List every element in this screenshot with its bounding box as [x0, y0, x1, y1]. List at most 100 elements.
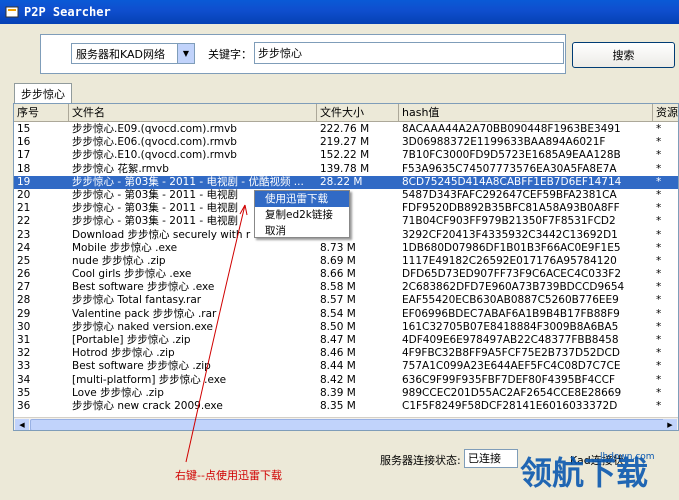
table-cell: 636C9F99F935FBF7DEF80F4395BF4CCF — [402, 373, 616, 386]
table-cell: * — [656, 281, 662, 294]
table-cell: Cool girls 步步惊心 .exe — [72, 268, 192, 281]
table-cell: * — [656, 320, 662, 333]
col-header-index[interactable]: 序号 — [14, 104, 69, 122]
table-cell: FDF9520DB892B35BFC81A58A93B0A8FF — [402, 202, 620, 215]
keyword-input[interactable]: 步步惊心 — [254, 42, 564, 64]
table-cell: 989CCEC201D55AC2AF2654CCE8E28669 — [402, 386, 622, 399]
table-cell: * — [656, 136, 662, 149]
table-cell: 8.46 M — [320, 347, 356, 360]
status-label: 服务器连接状态: — [380, 454, 461, 467]
table-row[interactable]: 32 Hotrod 步步惊心 .zip 8.46 M 4F9FBC32B8FF9A5F… — [14, 347, 678, 360]
table-row[interactable]: 15 步步惊心.E09.(qvocd.com).rmvb 222.76 M 8ACAA… — [14, 123, 678, 136]
table-cell: EAF55420ECB630AB0887C5260B776EE9 — [402, 294, 619, 307]
table-cell: * — [656, 386, 662, 399]
table-cell: 8.35 M — [320, 399, 356, 412]
table-row[interactable]: 18 步步惊心 花絮.rmvb 139.78 M F53A9635C745077735… — [14, 162, 678, 176]
context-menu: 使用迅雷下载 复制ed2k链接 取消 — [254, 190, 350, 238]
table-row[interactable]: 35 Love 步步惊心 .zip 8.39 M 989CCEC201D55AC2AF… — [14, 386, 678, 400]
search-button[interactable]: 搜索 — [572, 42, 675, 68]
table-cell: 步步惊心.E10.(qvocd.com).rmvb — [72, 149, 237, 162]
col-header-hash[interactable]: hash值 — [399, 104, 653, 122]
app-icon — [4, 4, 20, 20]
table-cell: * — [656, 294, 662, 307]
table-cell: 8.50 M — [320, 320, 356, 333]
table-cell: * — [656, 228, 662, 241]
table-cell: * — [656, 123, 662, 135]
table-cell: 23 — [17, 228, 31, 241]
table-cell: * — [656, 188, 662, 201]
table-cell: 34 — [17, 373, 31, 386]
table-row[interactable]: 30 步步惊心 naked version.exe 8.50 M 161C32705B… — [14, 320, 678, 334]
table-cell: 8.66 M — [320, 268, 356, 281]
table-cell: * — [656, 254, 662, 267]
table-cell: 28.22 M — [320, 175, 363, 188]
window-title: P2P Searcher — [24, 5, 111, 19]
table-cell: 30 — [17, 320, 31, 333]
table-row[interactable]: 36 步步惊心 new crack 2009.exe 8.35 M C1F5F8249… — [14, 399, 678, 413]
table-row[interactable]: 28 步步惊心 Total fantasy.rar 8.57 M EAF55420EC… — [14, 294, 678, 307]
scroll-right-icon[interactable]: ▶ — [663, 419, 677, 430]
table-cell: * — [656, 149, 662, 162]
col-header-filename[interactable]: 文件名 — [69, 104, 317, 122]
table-cell: 27 — [17, 281, 31, 294]
table-cell: 8.73 M — [320, 241, 356, 254]
table-row[interactable]: 33 Best software 步步惊心 .zip 8.44 M 757A1C099… — [14, 360, 678, 373]
table-row[interactable]: 31 [Portable] 步步惊心 .zip 8.47 M 4DF409E6E978… — [14, 334, 678, 347]
title-bar: P2P Searcher — [0, 0, 679, 24]
grid-rows: 15 步步惊心.E09.(qvocd.com).rmvb 222.76 M 8ACAA… — [14, 123, 678, 413]
table-cell: 7B10FC3000FD9D5723E1685A9EAA128B — [402, 149, 621, 162]
scroll-left-icon[interactable]: ◀ — [15, 419, 29, 430]
grid-header: 序号 文件名 文件大小 hash值 资源数 — [14, 104, 678, 122]
table-cell: * — [656, 175, 662, 188]
table-cell: Valentine pack 步步惊心 .rar — [72, 307, 217, 320]
table-row[interactable]: 26 Cool girls 步步惊心 .exe 8.66 M DFD65D73ED90… — [14, 268, 678, 281]
table-row[interactable]: 34 [multi-platform] 步步惊心 .exe 8.42 M 636C9F… — [14, 373, 678, 387]
table-cell: 36 — [17, 399, 31, 412]
table-cell: 33 — [17, 360, 31, 373]
table-row[interactable]: 29 Valentine pack 步步惊心 .rar 8.54 M EF06996B… — [14, 307, 678, 321]
table-cell: 步步惊心 naked version.exe — [72, 320, 214, 333]
table-row[interactable]: 27 Best software 步步惊心 .exe 8.58 M 2C683862D… — [14, 281, 678, 294]
menu-item-copy-ed2k[interactable]: 复制ed2k链接 — [255, 207, 349, 223]
table-cell: 1117E49182C26592E017176A95784120 — [402, 254, 617, 267]
menu-item-cancel[interactable]: 取消 — [255, 223, 349, 239]
table-cell: * — [656, 215, 662, 228]
network-select[interactable]: 服务器和KAD网络 ▼ — [71, 43, 195, 64]
table-cell: 步步惊心 Total fantasy.rar — [72, 294, 202, 307]
scroll-thumb[interactable] — [30, 419, 670, 430]
table-cell: * — [656, 241, 662, 254]
table-cell: 8.69 M — [320, 254, 356, 267]
table-cell: [multi-platform] 步步惊心 .exe — [72, 373, 227, 386]
table-cell: Hotrod 步步惊心 .zip — [72, 347, 175, 360]
col-header-size[interactable]: 文件大小 — [317, 104, 399, 122]
horizontal-scrollbar[interactable]: ◀ ▶ — [14, 417, 678, 430]
table-cell: 5487D343FAFC292647CEF59BFA2381CA — [402, 188, 617, 201]
menu-item-thunder-download[interactable]: 使用迅雷下载 — [255, 191, 349, 207]
table-row[interactable]: 16 步步惊心.E06.(qvocd.com).rmvb 219.27 M 3D069… — [14, 136, 678, 149]
table-row[interactable]: 19 步步惊心 - 第03集 - 2011 - 电视剧 - 优酷视频 ... 28.… — [14, 175, 678, 189]
table-cell: * — [656, 399, 662, 412]
col-header-sources[interactable]: 资源数 — [653, 104, 678, 122]
table-cell: 71B04CF903FF979B21350F7F8531FCD2 — [402, 215, 616, 228]
table-row[interactable]: 24 Mobile 步步惊心 .exe 8.73 M 1DB680D07986DF1B… — [14, 241, 678, 255]
table-cell: 20 — [17, 188, 31, 201]
table-cell: 3D06988372E1199633BAA894A6021F — [402, 136, 606, 149]
table-row[interactable]: 25 nude 步步惊心 .zip 8.69 M 1117E49182C26592E0… — [14, 254, 678, 268]
table-cell: Best software 步步惊心 .zip — [72, 360, 211, 373]
chevron-down-icon[interactable]: ▼ — [177, 44, 194, 63]
table-cell: 8.58 M — [320, 281, 356, 294]
table-cell: 161C32705B07E8418884F3009B8A6BA5 — [402, 320, 619, 333]
table-cell: 步步惊心.E09.(qvocd.com).rmvb — [72, 123, 237, 135]
table-cell: 步步惊心.E06.(qvocd.com).rmvb — [72, 136, 237, 149]
table-cell: 152.22 M — [320, 149, 370, 162]
tab-results[interactable]: 步步惊心 — [14, 83, 72, 103]
table-cell: 24 — [17, 241, 31, 254]
table-cell: 222.76 M — [320, 123, 370, 135]
table-cell: 18 — [17, 162, 31, 175]
table-cell: 29 — [17, 307, 31, 320]
table-cell: 26 — [17, 268, 31, 281]
table-cell: 31 — [17, 334, 31, 346]
table-cell: 8.39 M — [320, 386, 356, 399]
table-cell: * — [656, 360, 662, 373]
table-row[interactable]: 17 步步惊心.E10.(qvocd.com).rmvb 152.22 M 7B10F… — [14, 149, 678, 162]
